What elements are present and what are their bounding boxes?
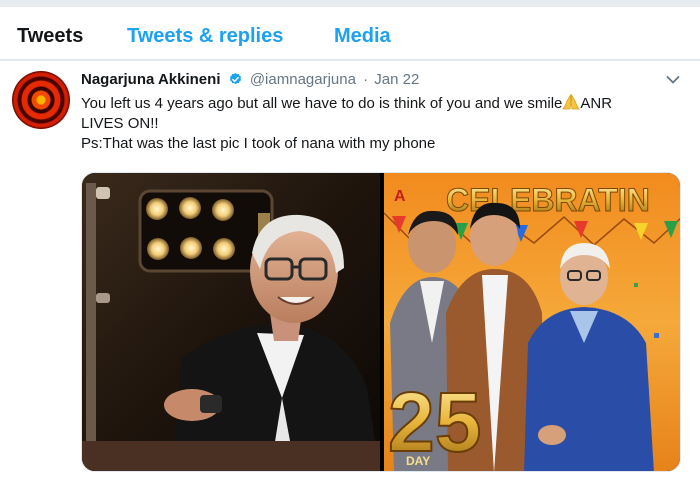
tab-media[interactable]: Media (334, 24, 391, 48)
tweet-text-line-3: Ps:That was the last pic I took of nana … (81, 135, 436, 152)
movie-poster[interactable]: CELEBRATIN A 25 DAY (384, 173, 680, 471)
user-name[interactable]: Nagarjuna Akkineni (81, 71, 220, 88)
tweet-text: You left us 4 years ago but all we have … (81, 94, 681, 154)
tab-tweets[interactable]: Tweets (17, 24, 83, 48)
folded-hands-icon (562, 94, 581, 110)
tweet-text-part: You left us 4 years ago but all we have … (81, 95, 563, 112)
user-handle[interactable]: @iamnagarjuna (250, 71, 356, 88)
tweet-text-part: ANR (580, 95, 613, 112)
tweet-text-line-1: You left us 4 years ago but all we have … (81, 94, 681, 114)
profile-tabs: Tweets Tweets & replies Media (0, 7, 700, 60)
separator-dot: · (363, 70, 369, 88)
movie-poster-art: CELEBRATIN A 25 DAY (384, 173, 680, 471)
tab-tweets-and-replies[interactable]: Tweets & replies (127, 24, 283, 48)
tweet-date[interactable]: Jan 22 (374, 71, 419, 88)
tweet-media[interactable]: CELEBRATIN A 25 DAY (81, 172, 681, 472)
portrait-photo-art (82, 173, 380, 471)
verified-badge-icon (229, 72, 241, 84)
portrait-photo[interactable] (82, 173, 380, 471)
tweet-header: Nagarjuna Akkineni @iamnagarjuna · Jan 2… (81, 70, 419, 90)
chevron-down-icon[interactable] (666, 75, 680, 85)
tweet-text-line-2: LIVES ON!! (81, 115, 159, 132)
poster-number-text: 25 (388, 375, 481, 469)
avatar[interactable] (12, 71, 70, 129)
tweet[interactable]: Nagarjuna Akkineni @iamnagarjuna · Jan 2… (0, 61, 700, 485)
poster-day-text: DAY (406, 454, 430, 468)
svg-text:A: A (394, 188, 406, 205)
